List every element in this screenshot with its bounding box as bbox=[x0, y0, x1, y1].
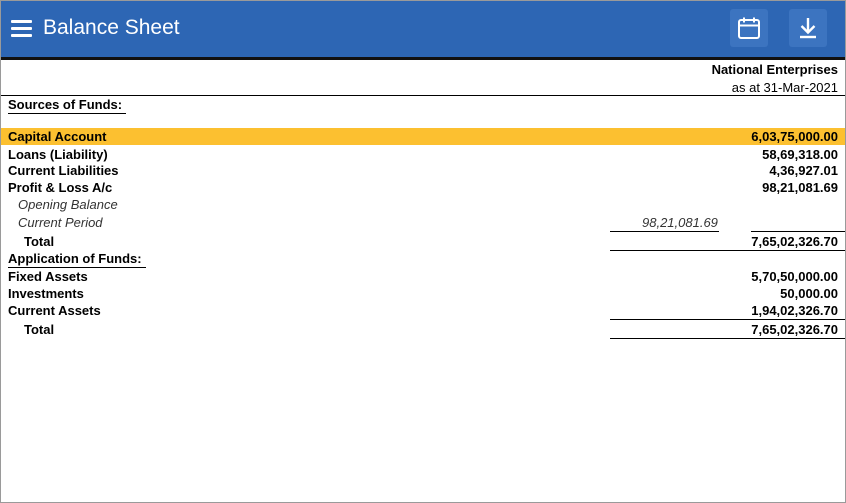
download-icon bbox=[800, 18, 816, 39]
section-title: Application of Funds: bbox=[8, 250, 146, 268]
row-amount: 58,69,318.00 bbox=[762, 147, 838, 162]
row-label: Profit & Loss A/c bbox=[8, 180, 113, 195]
change-period-button[interactable] bbox=[730, 9, 768, 47]
row-label: Opening Balance bbox=[18, 197, 118, 212]
ledger-subrow-opening-balance[interactable]: Opening Balance bbox=[1, 196, 845, 213]
ledger-row-current-liabilities[interactable]: Current Liabilities 4,36,927.01 bbox=[1, 162, 845, 179]
row-label: Current Assets bbox=[8, 303, 101, 318]
top-bar: Balance Sheet bbox=[1, 1, 845, 60]
company-name: National Enterprises bbox=[711, 62, 838, 77]
row-amount: 6,03,75,000.00 bbox=[751, 129, 838, 144]
ledger-row-profit-loss[interactable]: Profit & Loss A/c 98,21,081.69 bbox=[1, 179, 845, 196]
calendar-icon bbox=[738, 17, 760, 39]
row-label: Current Period bbox=[18, 215, 103, 230]
total-rule-top bbox=[610, 319, 845, 320]
row-amount: 1,94,02,326.70 bbox=[751, 303, 838, 318]
row-label: Fixed Assets bbox=[8, 269, 88, 284]
menu-icon[interactable] bbox=[11, 20, 32, 37]
total-amount: 7,65,02,326.70 bbox=[751, 234, 838, 249]
row-label: Capital Account bbox=[8, 129, 107, 144]
row-label: Current Liabilities bbox=[8, 163, 119, 178]
row-amount: 50,000.00 bbox=[780, 286, 838, 301]
row-amount: 98,21,081.69 bbox=[762, 180, 838, 195]
total-amount: 7,65,02,326.70 bbox=[751, 322, 838, 337]
total-rule-bottom bbox=[610, 338, 845, 339]
ledger-row-fixed-assets[interactable]: Fixed Assets 5,70,50,000.00 bbox=[1, 268, 845, 285]
download-button[interactable] bbox=[789, 9, 827, 47]
row-amount: 98,21,081.69 bbox=[642, 215, 718, 230]
section-title: Sources of Funds: bbox=[8, 96, 127, 114]
page-title: Balance Sheet bbox=[43, 16, 180, 39]
row-amount: 5,70,50,000.00 bbox=[751, 269, 838, 284]
ledger-row-investments[interactable]: Investments 50,000.00 bbox=[1, 285, 845, 302]
total-row-sources: Total 7,65,02,326.70 bbox=[1, 233, 845, 250]
subtotal-rule bbox=[610, 231, 719, 232]
section-heading-application: Application of Funds: bbox=[1, 250, 845, 268]
app-window: Balance Sheet National Enterprises as at… bbox=[0, 0, 846, 503]
total-row-application: Total 7,65,02,326.70 bbox=[1, 321, 845, 338]
row-label: Investments bbox=[8, 286, 84, 301]
row-amount: 4,36,927.01 bbox=[769, 163, 838, 178]
total-label: Total bbox=[24, 234, 55, 249]
total-rule-top bbox=[751, 231, 845, 232]
ledger-row-capital-account[interactable]: Capital Account 6,03,75,000.00 bbox=[1, 128, 845, 145]
row-label: Loans (Liability) bbox=[8, 147, 108, 162]
ledger-row-current-assets[interactable]: Current Assets 1,94,02,326.70 bbox=[1, 302, 845, 319]
ledger-row-loans[interactable]: Loans (Liability) 58,69,318.00 bbox=[1, 146, 845, 163]
total-label: Total bbox=[24, 322, 55, 337]
report-date: as at 31-Mar-2021 bbox=[731, 80, 838, 95]
section-heading-sources: Sources of Funds: bbox=[1, 96, 845, 114]
ledger-subrow-current-period[interactable]: Current Period 98,21,081.69 bbox=[1, 214, 845, 231]
